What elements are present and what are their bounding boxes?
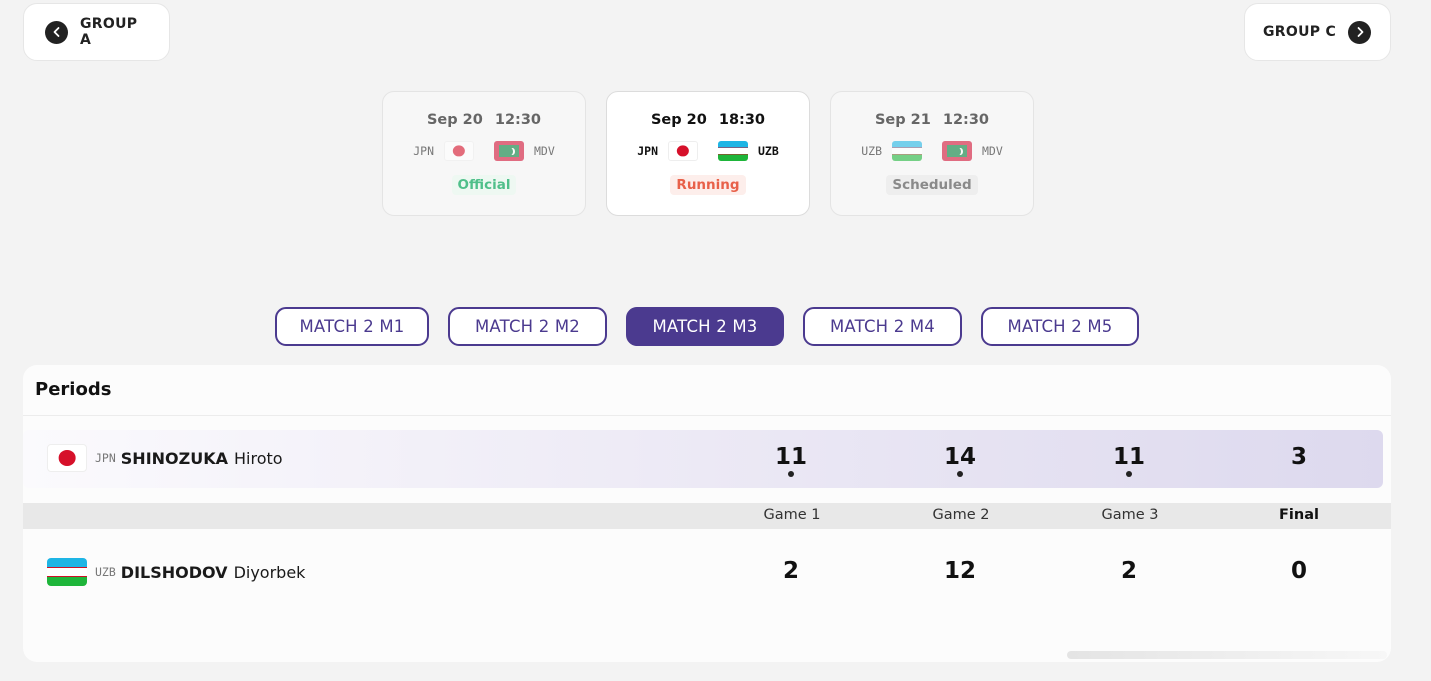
score-value: 14 — [943, 444, 976, 470]
prev-group-button[interactable]: GROUP A — [23, 3, 170, 61]
score-value: 11 — [774, 444, 807, 470]
player-surname: SHINOZUKA — [120, 448, 229, 468]
game-2-score: 12 — [920, 558, 1000, 584]
away-code: UZB — [758, 144, 779, 158]
card-datetime: Sep 20 18:30 — [607, 112, 809, 128]
panel-title: Periods — [35, 379, 112, 400]
japan-flag-icon — [444, 141, 474, 161]
score-value: 2 — [782, 558, 799, 584]
game-won-dot — [957, 471, 963, 477]
game-1-score: 11 — [751, 444, 831, 477]
card-date: Sep 20 — [650, 112, 707, 128]
player-country-code: JPN — [95, 451, 116, 465]
player-info: JPN SHINOZUKA Hiroto — [47, 444, 283, 472]
card-teams: UZB MDV — [831, 141, 1033, 161]
next-group-label: GROUP C — [1263, 24, 1337, 40]
game-2-label: Game 2 — [932, 507, 990, 523]
card-time: 12:30 — [494, 112, 542, 128]
maldives-flag-icon — [942, 141, 972, 161]
tab-match-2-m3[interactable]: MATCH 2 M3 — [626, 307, 784, 346]
card-time: 18:30 — [718, 112, 766, 128]
card-teams: JPN UZB — [607, 141, 809, 161]
status-badge: Running — [670, 175, 746, 195]
score-value: 0 — [1290, 558, 1307, 584]
score-value: 3 — [1290, 444, 1307, 470]
game-3-score: 2 — [1089, 558, 1169, 584]
schedule-card-active[interactable]: Sep 20 18:30 JPN UZB Running — [606, 91, 810, 216]
home-code: JPN — [413, 144, 434, 158]
card-datetime: Sep 21 12:30 — [831, 112, 1033, 128]
schedule-card[interactable]: Sep 21 12:30 UZB MDV Scheduled — [830, 91, 1034, 216]
game-1-score: 2 — [751, 558, 831, 584]
schedule-card[interactable]: Sep 20 12:30 JPN MDV Official — [382, 91, 586, 216]
status-badge: Official — [451, 175, 517, 195]
score-value: 11 — [1112, 444, 1145, 470]
player-surname: DILSHODOV — [120, 562, 228, 582]
card-date: Sep 20 — [426, 112, 483, 128]
games-header: Game 1 Game 2 Game 3 Final — [23, 503, 1391, 529]
japan-flag-icon — [668, 141, 698, 161]
score-value: 2 — [1120, 558, 1137, 584]
player-country-code: UZB — [95, 565, 116, 579]
schedule-cards: Sep 20 12:30 JPN MDV Official Sep 20 18:… — [382, 91, 1034, 216]
player-info: UZB DILSHODOV Diyorbek — [47, 558, 305, 586]
final-score: 0 — [1259, 558, 1339, 584]
away-code: MDV — [982, 144, 1003, 158]
game-won-dot — [1126, 471, 1132, 477]
away-code: MDV — [534, 144, 555, 158]
uzbekistan-flag-icon — [892, 141, 922, 161]
tab-match-2-m5[interactable]: MATCH 2 M5 — [981, 307, 1139, 346]
home-code: UZB — [861, 144, 882, 158]
game-1-label: Game 1 — [763, 507, 821, 523]
next-group-button[interactable]: GROUP C — [1244, 3, 1391, 61]
game-won-dot — [788, 471, 794, 477]
divider — [23, 415, 1391, 416]
match-tabs: MATCH 2 M1 MATCH 2 M2 MATCH 2 M3 MATCH 2… — [275, 307, 1139, 346]
final-label: Final — [1279, 507, 1319, 523]
tab-match-2-m4[interactable]: MATCH 2 M4 — [803, 307, 962, 346]
status-badge: Scheduled — [886, 175, 978, 195]
card-datetime: Sep 20 12:30 — [383, 112, 585, 128]
score-value: 12 — [943, 558, 976, 584]
game-3-label: Game 3 — [1101, 507, 1159, 523]
tab-match-2-m1[interactable]: MATCH 2 M1 — [275, 307, 429, 346]
tab-match-2-m2[interactable]: MATCH 2 M2 — [448, 307, 607, 346]
chevron-left-icon — [45, 20, 68, 44]
player-given-name: Hiroto — [234, 448, 283, 468]
chevron-right-icon — [1348, 20, 1372, 44]
player-given-name: Diyorbek — [233, 562, 306, 582]
card-time: 12:30 — [942, 112, 990, 128]
game-3-score: 11 — [1089, 444, 1169, 477]
home-code: JPN — [637, 144, 658, 158]
horizontal-scrollbar[interactable] — [1067, 651, 1387, 659]
card-date: Sep 21 — [874, 112, 931, 128]
player-row-winner: JPN SHINOZUKA Hiroto 11 14 11 3 — [23, 430, 1383, 488]
japan-flag-icon — [47, 444, 87, 472]
maldives-flag-icon — [494, 141, 524, 161]
prev-group-label: GROUP A — [80, 16, 138, 48]
game-2-score: 14 — [920, 444, 1000, 477]
periods-panel: Periods JPN SHINOZUKA Hiroto 11 14 11 3 … — [23, 365, 1391, 662]
uzbekistan-flag-icon — [718, 141, 748, 161]
card-teams: JPN MDV — [383, 141, 585, 161]
uzbekistan-flag-icon — [47, 558, 87, 586]
final-score: 3 — [1259, 444, 1339, 470]
